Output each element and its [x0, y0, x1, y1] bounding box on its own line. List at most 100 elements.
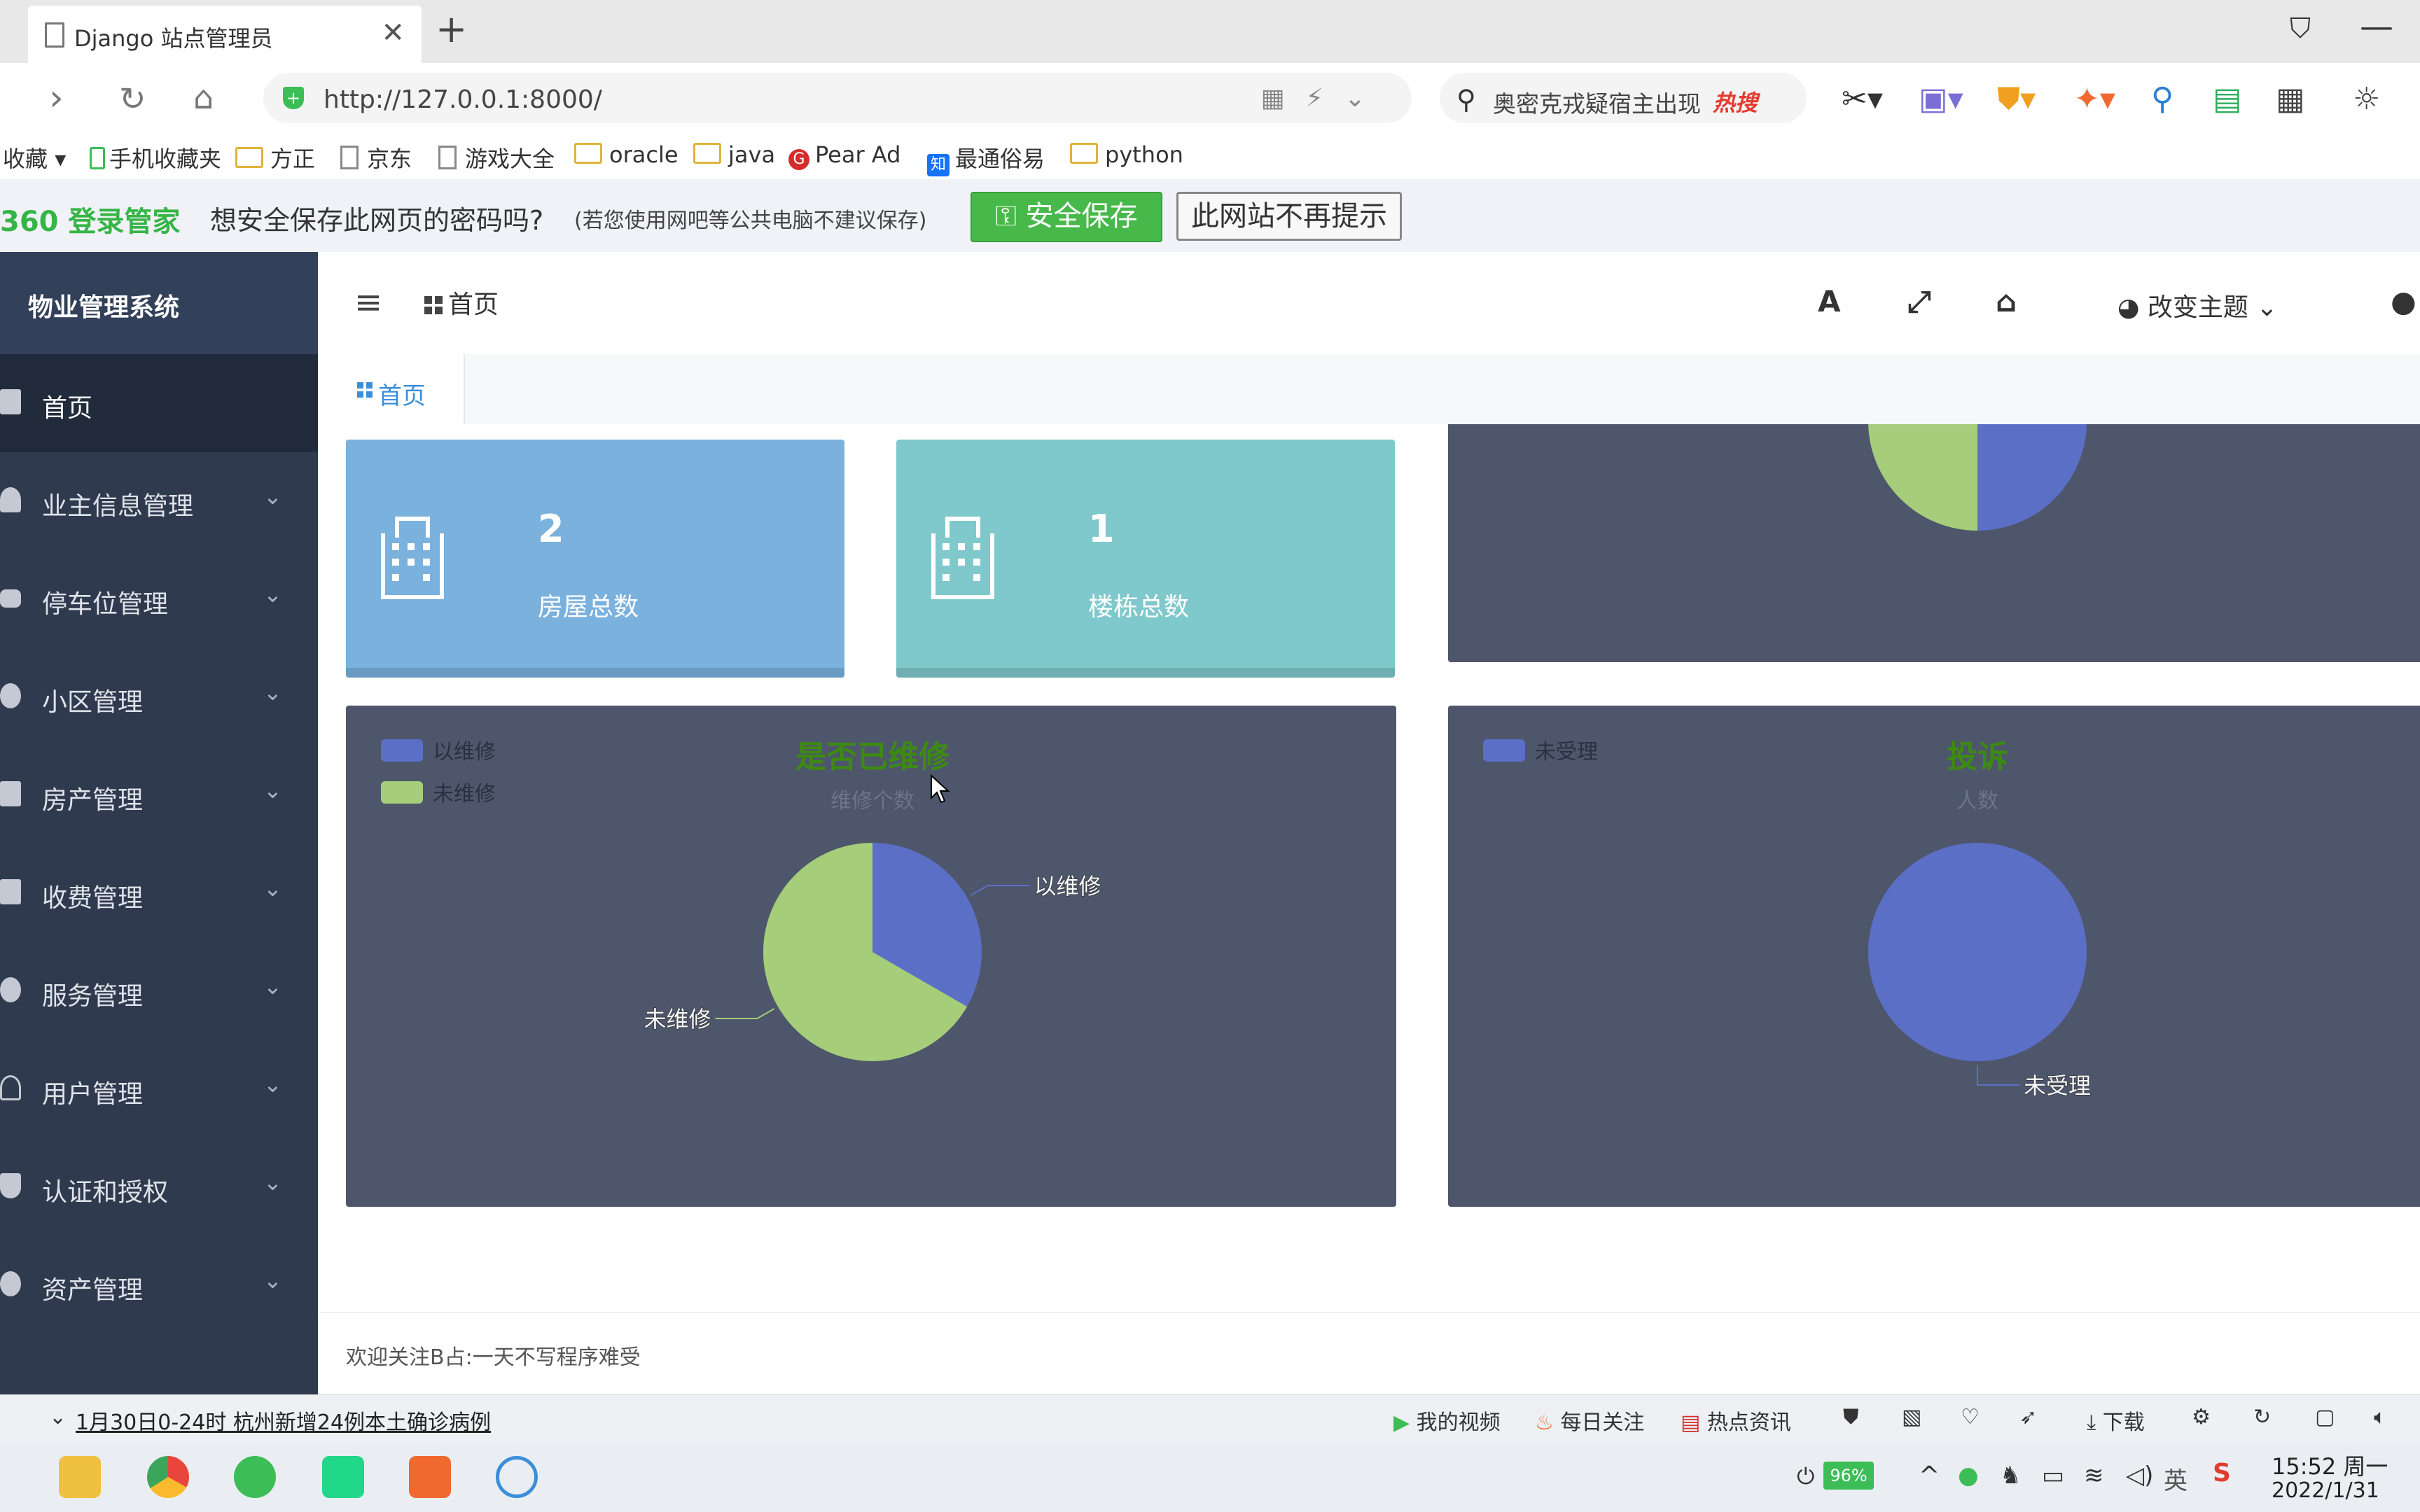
status-rocket-icon[interactable]: ➶ [2019, 1405, 2037, 1429]
book-icon[interactable]: ▤ [2213, 81, 2242, 117]
sidebar-item-fees[interactable]: 收费管理 ⌄ [0, 844, 318, 942]
tray-360-icon[interactable]: ● [1958, 1462, 1979, 1490]
breadcrumb-home[interactable]: 首页 [424, 284, 499, 321]
stat-card-buildings[interactable]: 1 楼栋总数 [896, 440, 1395, 678]
shield-ext-icon[interactable]: ⛊▾ [1997, 81, 2036, 117]
sidebar-item-community[interactable]: 小区管理 ⌄ [0, 648, 318, 746]
clock-time[interactable]: 15:52 周一 [2272, 1449, 2388, 1481]
360-browser-icon[interactable] [234, 1456, 276, 1498]
status-window-icon[interactable]: ▢ [2315, 1405, 2335, 1429]
sidebar-item-property[interactable]: 房产管理 ⌄ [0, 746, 318, 844]
bookmark-pear[interactable]: G Pear Ad [788, 141, 900, 170]
fullscreen-icon[interactable]: ⤢ [1907, 284, 1931, 319]
volume-icon[interactable]: ◁) [2126, 1462, 2153, 1490]
status-hot-news[interactable]: ▤ 热点资讯 [1681, 1405, 1791, 1436]
home-icon[interactable]: ⌂ [193, 78, 214, 116]
stat-value: 2 [538, 507, 564, 551]
bookmark-java[interactable]: java [693, 141, 775, 168]
search-icon: ⚲ [1456, 84, 1476, 115]
user-icon[interactable]: ● [2391, 284, 2416, 318]
battery-indicator[interactable]: 96% [1823, 1462, 1874, 1490]
status-heart-icon[interactable]: ♡ [1961, 1405, 1980, 1429]
scissors-icon[interactable]: ✂▾ [1842, 81, 1883, 117]
forward-icon[interactable]: › [49, 77, 64, 119]
bookmark-zhihu[interactable]: 知最通俗易 [927, 141, 1045, 176]
play-icon: ▶ [1393, 1410, 1417, 1435]
clock-date[interactable]: 2022/1/31 [2272, 1478, 2379, 1503]
pie-slice[interactable] [1868, 424, 1977, 531]
bookmark-jd[interactable]: 京东 [340, 141, 412, 174]
sublime-icon[interactable] [409, 1456, 451, 1498]
news-ticker-link[interactable]: 1月30日0-24时 杭州新增24例本土确诊病例 [76, 1405, 491, 1436]
reload-icon[interactable]: ↻ [119, 80, 146, 118]
status-shield-icon[interactable]: ⛊ [1843, 1405, 1859, 1429]
never-remind-button[interactable]: 此网站不再提示 [1176, 192, 1402, 241]
chevron-down-icon: ⌄ [263, 777, 282, 804]
status-volume-icon[interactable]: 🔈︎ [2374, 1405, 2386, 1429]
menu-toggle-icon[interactable]: ≡ [354, 283, 382, 322]
url-actions-icon[interactable]: ▦⚡⌄ [1261, 84, 1386, 113]
status-refresh-icon[interactable]: ↻ [2253, 1405, 2271, 1429]
chart-title: 是否已维修 [795, 739, 950, 775]
legend-swatch[interactable] [1483, 739, 1525, 762]
status-extra-icon[interactable]: ⚙ [2192, 1405, 2211, 1429]
apps-grid-icon[interactable]: ▦ [2276, 81, 2305, 117]
tab-home[interactable]: 首页 [318, 354, 465, 424]
bookmark-oracle[interactable]: oracle [574, 141, 679, 168]
pie-slice[interactable] [1977, 424, 2087, 531]
theme-switcher[interactable]: ◕ 改变主题 ⌄ [2118, 287, 2277, 323]
chrome-icon[interactable] [147, 1456, 189, 1498]
chevron-down-icon[interactable]: ⌄ [49, 1405, 67, 1429]
sidebar-item-parking[interactable]: 停车位管理 ⌄ [0, 550, 318, 648]
sidebar-item-assets[interactable]: 资产管理 ⌄ [0, 1236, 318, 1334]
legend-label[interactable]: 以维修 [433, 740, 496, 764]
bookmark-fangzheng[interactable]: 方正 [235, 141, 315, 174]
stat-card-houses[interactable]: 2 房屋总数 [346, 440, 844, 678]
legend-label[interactable]: 未受理 [1535, 740, 1598, 764]
bookmark-favorites[interactable]: 收藏 ▾ [3, 141, 66, 174]
sidebar: 物业管理系统 首页 业主信息管理 ⌄ 停车位管理 ⌄ 小区管理 ⌄ 房产管理 ⌄… [0, 252, 318, 1394]
status-download[interactable]: ⤓ 下载 [2087, 1405, 2145, 1436]
status-my-videos[interactable]: ▶ 我的视频 [1393, 1405, 1501, 1436]
legend-swatch[interactable] [381, 739, 423, 762]
bookmark-python[interactable]: python [1070, 141, 1183, 168]
sidebar-item-home[interactable]: 首页 [0, 354, 318, 452]
status-image-icon[interactable]: ▧ [1902, 1405, 1921, 1429]
translate-icon[interactable]: ▣▾ [1919, 81, 1963, 117]
sidebar-item-users[interactable]: 用户管理 ⌄ [0, 1040, 318, 1138]
bookmark-games[interactable]: 游戏大全 [438, 141, 555, 174]
home-icon[interactable]: ⌂ [1996, 284, 2017, 318]
game-icon[interactable]: ✦▾ [2074, 81, 2115, 117]
wifi-icon[interactable]: ≋ [2084, 1462, 2104, 1490]
shirt-skin-icon[interactable]: ⛉ [2290, 13, 2311, 45]
pycharm-icon[interactable] [322, 1456, 364, 1498]
new-tab-icon[interactable]: + [436, 7, 467, 51]
font-size-icon[interactable]: A [1818, 284, 1841, 318]
app-rings-icon[interactable] [496, 1456, 538, 1498]
bookmark-mobile[interactable]: 手机收藏夹 [90, 141, 221, 174]
search-input[interactable]: ⚲ 奥密克戎疑宿主出现 热搜 [1440, 73, 1807, 123]
legend-label[interactable]: 未维修 [433, 782, 496, 806]
sidebar-item-owners[interactable]: 业主信息管理 ⌄ [0, 452, 318, 550]
close-tab-icon[interactable]: ✕ [381, 17, 405, 49]
sidebar-brand[interactable]: 物业管理系统 [0, 252, 318, 354]
chart-title: 投诉 [1947, 739, 2008, 775]
qq-icon[interactable]: ♞ [2000, 1462, 2021, 1490]
minimize-icon[interactable]: — [2360, 7, 2393, 46]
network-icon[interactable]: ▭ [2042, 1462, 2064, 1490]
brightness-icon[interactable]: ☼ [2353, 81, 2380, 117]
dashboard-icon [0, 389, 21, 414]
file-explorer-icon[interactable] [59, 1456, 101, 1498]
safe-save-button[interactable]: ⚿ 安全保存 [971, 192, 1162, 242]
url-field[interactable]: + http://127.0.0.1:8000/ ▦⚡⌄ [263, 73, 1412, 123]
chevron-up-icon[interactable]: ^ [1919, 1462, 1940, 1490]
pie-slice[interactable] [1868, 843, 2087, 1061]
status-daily-focus[interactable]: ♨ 每日关注 [1535, 1405, 1644, 1436]
legend-swatch[interactable] [381, 781, 423, 804]
ime-language[interactable]: 英 [2164, 1462, 2188, 1496]
sogou-ime-icon[interactable]: S [2213, 1459, 2231, 1488]
magnifier-icon[interactable]: ⚲ [2151, 81, 2174, 117]
sidebar-item-auth[interactable]: 认证和授权 ⌄ [0, 1138, 318, 1236]
browser-tab[interactable]: Django 站点管理员 ✕ [28, 6, 422, 63]
sidebar-item-services[interactable]: 服务管理 ⌄ [0, 942, 318, 1040]
